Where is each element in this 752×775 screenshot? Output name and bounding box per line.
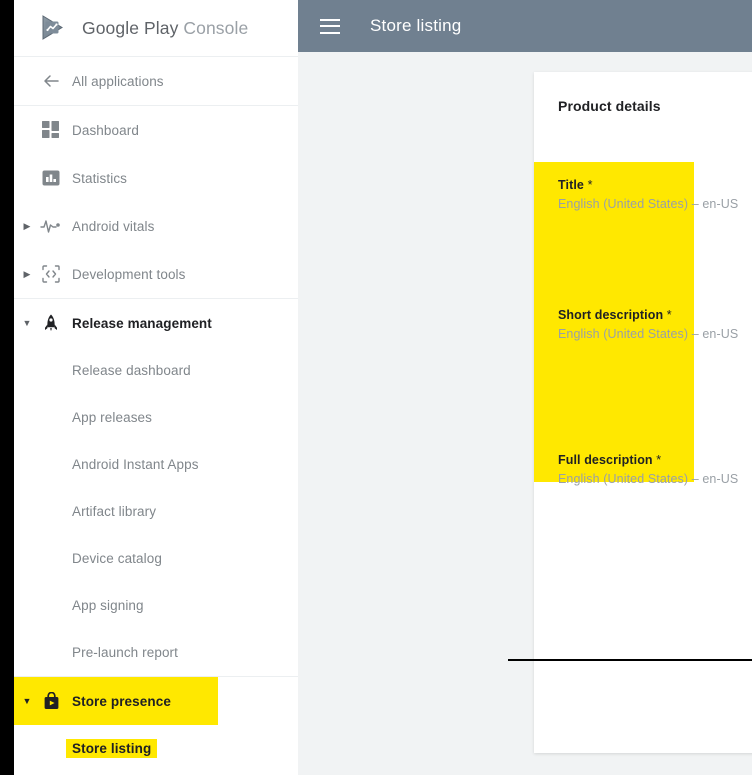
locale-name: English (United States) <box>558 472 689 486</box>
main-content: Product details Title * English (United … <box>298 52 752 775</box>
locale-code: en-US <box>702 327 739 341</box>
brand-title-light: Console <box>178 17 249 38</box>
locale-name: English (United States) <box>558 327 689 341</box>
sidebar-subitem-label: Artifact library <box>72 504 157 519</box>
sidebar-subitem-store-listing[interactable]: Store listing <box>14 725 298 772</box>
required-marker: * <box>656 453 662 467</box>
chevron-down-icon[interactable]: ▼ <box>20 696 34 706</box>
dashboard-grid-icon <box>40 119 62 141</box>
sidebar-subitem-label: App signing <box>72 598 144 613</box>
sidebar-subitem-app-releases[interactable]: App releases <box>14 394 298 441</box>
sidebar-subitem-label: App releases <box>72 410 152 425</box>
chevron-right-icon[interactable]: ▶ <box>20 221 34 231</box>
field-short-description[interactable]: Short description * English (United Stat… <box>534 308 752 453</box>
app-header: Store listing <box>298 0 752 52</box>
field-short-description-name: Short description <box>558 308 664 322</box>
rocket-icon <box>40 312 62 334</box>
sidebar-item-label: Release management <box>72 315 212 331</box>
card-title: Product details <box>558 98 661 114</box>
chevron-right-icon[interactable]: ▶ <box>20 269 34 279</box>
sidebar-subitem-label: Store listing <box>66 739 158 758</box>
locale-code: en-US <box>702 197 739 211</box>
sidebar-subitem-release-dashboard[interactable]: Release dashboard <box>14 347 298 394</box>
sidebar-item-development-tools[interactable]: ▶ Development tools <box>14 250 298 298</box>
locale-code: en-US <box>702 472 739 486</box>
locale-name: English (United States) <box>558 197 689 211</box>
sidebar-item-store-presence[interactable]: ▼ Store presence <box>14 677 218 725</box>
field-title-label: Title * <box>558 178 752 192</box>
google-play-logo-icon <box>38 13 68 43</box>
product-details-card: Product details Title * English (United … <box>534 72 752 753</box>
sidebar-item-label: Statistics <box>72 170 128 186</box>
sidebar-item-dashboard[interactable]: Dashboard <box>14 106 298 154</box>
locale-separator: – <box>691 197 699 211</box>
bar-chart-icon <box>40 167 62 189</box>
sidebar-item-statistics[interactable]: Statistics <box>14 154 298 202</box>
locale-separator: – <box>691 472 699 486</box>
left-edge-gutter <box>0 0 14 775</box>
sidebar-subitem-android-instant-apps[interactable]: Android Instant Apps <box>14 441 298 488</box>
sidebar-subitem-artifact-library[interactable]: Artifact library <box>14 488 298 535</box>
sidebar-item-label: Dashboard <box>72 122 139 138</box>
field-full-description-name: Full description <box>558 453 653 467</box>
brand-title: Google Play Console <box>82 18 248 39</box>
sidebar-item-label: Development tools <box>72 266 186 282</box>
required-marker: * <box>587 178 593 192</box>
shopping-bag-play-icon <box>40 690 62 712</box>
field-short-description-locale: English (United States) – en-US <box>558 327 752 341</box>
sidebar-item-all-applications[interactable]: All applications <box>14 57 298 105</box>
required-marker: * <box>666 308 672 322</box>
field-full-description-locale: English (United States) – en-US <box>558 472 752 486</box>
pulse-heartbeat-icon <box>40 215 62 237</box>
field-title-locale: English (United States) – en-US <box>558 197 752 211</box>
code-brackets-phone-icon <box>40 263 62 285</box>
field-full-description[interactable]: Full description * English (United State… <box>534 453 752 633</box>
arrow-left-icon <box>40 70 62 92</box>
sidebar-subitem-label: Android Instant Apps <box>72 457 199 472</box>
brand-title-bold: Google Play <box>82 17 179 38</box>
sidebar-item-label: Android vitals <box>72 218 155 234</box>
field-title-name: Title <box>558 178 584 192</box>
sidebar: Google Play Console All applications Das… <box>14 0 298 775</box>
chevron-down-icon[interactable]: ▼ <box>20 318 34 328</box>
sidebar-subitem-label: Device catalog <box>72 551 162 566</box>
sidebar-subitem-label: Release dashboard <box>72 363 191 378</box>
field-title[interactable]: Title * English (United States) – en-US <box>534 178 752 308</box>
sidebar-item-label: All applications <box>72 73 164 89</box>
field-short-description-label: Short description * <box>558 308 752 322</box>
sidebar-item-release-management[interactable]: ▼ Release management <box>14 299 298 347</box>
sidebar-item-label: Store presence <box>72 693 171 709</box>
brand-header[interactable]: Google Play Console <box>14 0 298 56</box>
page-title: Store listing <box>370 16 462 35</box>
hamburger-menu-icon[interactable] <box>320 18 340 34</box>
horizontal-rule-divider <box>508 659 752 661</box>
sidebar-subitem-app-signing[interactable]: App signing <box>14 582 298 629</box>
sidebar-subitem-pre-launch-report[interactable]: Pre-launch report <box>14 629 298 676</box>
field-full-description-label: Full description * <box>558 453 752 467</box>
locale-separator: – <box>691 327 699 341</box>
sidebar-item-android-vitals[interactable]: ▶ Android vitals <box>14 202 298 250</box>
sidebar-subitem-label: Pre-launch report <box>72 645 179 660</box>
sidebar-subitem-device-catalog[interactable]: Device catalog <box>14 535 298 582</box>
